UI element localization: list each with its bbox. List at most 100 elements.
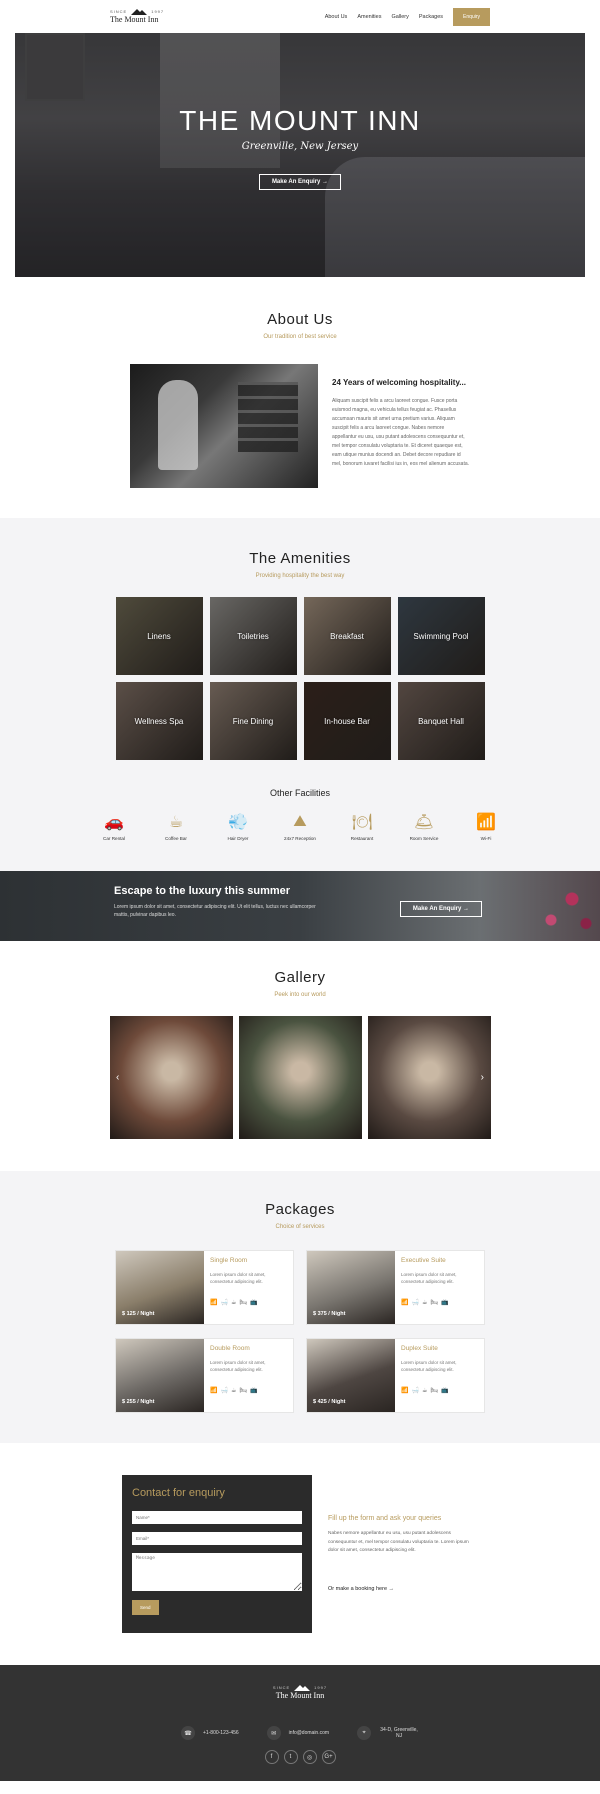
package-desc: Lorem ipsum dolor sit amet, consectetur … xyxy=(401,1272,457,1285)
gallery-section: Gallery Peek into our world ‹ › xyxy=(0,941,600,1171)
amenity-label: In-house Bar xyxy=(324,716,370,726)
bath-icon: 🛁 xyxy=(220,1388,228,1395)
name-field[interactable] xyxy=(132,1511,302,1524)
facebook-icon[interactable]: f xyxy=(264,1750,279,1764)
message-field[interactable] xyxy=(132,1553,302,1591)
footer-email[interactable]: ✉ info@domain.com xyxy=(266,1726,330,1740)
package-name: Executive Suite xyxy=(401,1257,446,1264)
amenity-card[interactable]: Toiletries xyxy=(209,597,297,675)
site-footer: SINCE 1997 The Mount Inn ☎ +1-800-123-45… xyxy=(0,1665,600,1781)
package-card[interactable]: $ 255 / Night Double Room Lorem ipsum do… xyxy=(115,1338,294,1413)
amenity-card[interactable]: In-house Bar xyxy=(303,682,391,760)
footer-phone[interactable]: ☎ +1-800-123-456 xyxy=(180,1726,239,1740)
package-card[interactable]: $ 425 / Night Duplex Suite Lorem ipsum d… xyxy=(306,1338,485,1413)
car-icon: 🚗 xyxy=(104,814,124,831)
footer-logo-year: 1997 xyxy=(314,1685,328,1690)
footer-logo[interactable]: SINCE 1997 The Mount Inn xyxy=(0,1685,600,1700)
hair-dryer-icon: 💨 xyxy=(228,814,248,831)
footer-email-text: info@domain.com xyxy=(288,1730,330,1736)
amenities-section: The Amenities Providing hospitality the … xyxy=(0,518,600,871)
package-price: $ 425 / Night xyxy=(313,1399,346,1405)
about-bar-image xyxy=(130,364,318,488)
package-desc: Lorem ipsum dolor sit amet, consectetur … xyxy=(210,1360,266,1373)
package-card[interactable]: $ 375 / Night Executive Suite Lorem ipsu… xyxy=(306,1250,485,1325)
booking-link[interactable]: Or make a booking here → xyxy=(328,1586,478,1592)
logo[interactable]: SINCE 1997 The Mount Inn xyxy=(110,9,164,24)
amenity-label: Breakfast xyxy=(330,631,364,641)
amenity-label: Wellness Spa xyxy=(134,716,184,726)
hero-enquiry-button[interactable]: Make An Enquiry → xyxy=(258,174,342,190)
spa-room-image[interactable] xyxy=(367,1016,491,1139)
package-card[interactable]: $ 125 / Night Single Room Lorem ipsum do… xyxy=(115,1250,294,1325)
wifi-icon: 📶 xyxy=(401,1300,409,1307)
facility-item: ⛰ 24x7 Reception xyxy=(280,812,320,841)
bed-icon: 🛏 xyxy=(239,1388,247,1395)
package-price: $ 125 / Night xyxy=(122,1311,155,1317)
amenity-label: Swimming Pool xyxy=(413,631,469,641)
phone-icon: ☎ xyxy=(180,1726,195,1740)
nav-gallery[interactable]: Gallery xyxy=(391,14,408,20)
amenity-card[interactable]: Linens xyxy=(115,597,203,675)
gallery-title: Gallery xyxy=(274,969,326,986)
amenity-label: Fine Dining xyxy=(232,716,274,726)
package-image: $ 375 / Night xyxy=(307,1251,395,1324)
google-plus-icon[interactable]: G+ xyxy=(321,1750,336,1764)
bed-icon: 🛏 xyxy=(430,1388,438,1395)
escape-body-line1: Lorem ipsum dolor sit amet, consectetur … xyxy=(114,904,316,910)
tv-icon: 📺 xyxy=(440,1388,449,1395)
room-service-icon: 🛎 xyxy=(413,814,435,831)
package-amenity-icons: 📶 🛁 ☕ 🛏 📺 xyxy=(210,1299,287,1306)
facility-label: Coffee Bar xyxy=(165,836,187,841)
send-button[interactable]: Send xyxy=(132,1600,159,1615)
contact-side-heading: Fill up the form and ask your queries xyxy=(328,1515,442,1522)
bath-icon: 🛁 xyxy=(220,1300,228,1307)
escape-body-line2: mattis, pulvinar dapibus leo. xyxy=(114,912,176,918)
amenity-card[interactable]: Fine Dining xyxy=(209,682,297,760)
facility-item: 🛎 Room Service xyxy=(404,812,444,841)
facility-label: Car Rental xyxy=(103,836,125,841)
nav-packages[interactable]: Packages xyxy=(419,14,443,20)
logo-since: SINCE xyxy=(110,9,128,14)
reception-icon: ⛰ xyxy=(293,813,307,830)
instagram-icon[interactable]: ◎ xyxy=(302,1750,317,1764)
footer-logo-since: SINCE xyxy=(272,1685,291,1690)
twitter-icon[interactable]: t xyxy=(283,1750,298,1764)
bath-icon: 🛁 xyxy=(411,1388,419,1395)
email-field[interactable] xyxy=(132,1532,302,1545)
amenity-card[interactable]: Swimming Pool xyxy=(397,597,485,675)
escape-enquiry-button[interactable]: Make An Enquiry → xyxy=(399,901,482,917)
packages-section: Packages Choice of services $ 125 / Nigh… xyxy=(0,1171,600,1443)
about-heading: 24 Years of welcoming hospitality... xyxy=(332,378,466,387)
facility-label: Restaurant xyxy=(350,836,374,841)
window-view-image[interactable] xyxy=(238,1016,362,1139)
package-amenity-icons: 📶 🛁 ☕ 🛏 📺 xyxy=(401,1387,478,1394)
amenities-subtitle: Providing hospitality the best way xyxy=(255,573,345,579)
facility-label: Room Service xyxy=(409,836,439,841)
about-body: Aliquam suscipit felis a arcu laoreet co… xyxy=(332,398,470,467)
nav-amenities[interactable]: Amenities xyxy=(357,14,381,20)
facility-item: ☕ Coffee Bar xyxy=(156,812,196,841)
amenity-card[interactable]: Wellness Spa xyxy=(115,682,203,760)
contact-title: Contact for enquiry xyxy=(132,1487,225,1499)
chevron-left-icon[interactable]: ‹ xyxy=(116,1072,119,1083)
coffee-icon: ☕ xyxy=(230,1388,237,1395)
footer-address: ⌖ 34-D, Greenville, NJ xyxy=(357,1726,419,1740)
enquiry-button[interactable]: Enquiry xyxy=(453,7,490,26)
package-name: Single Room xyxy=(210,1257,248,1264)
coffee-icon: ☕ xyxy=(230,1300,237,1307)
tv-icon: 📺 xyxy=(440,1300,449,1307)
amenity-card[interactable]: Banquet Hall xyxy=(397,682,485,760)
amenity-card[interactable]: Breakfast xyxy=(303,597,391,675)
facilities-list: 🚗 Car Rental ☕ Coffee Bar 💨 Hair Dryer ⛰ 24x7 R… xyxy=(0,812,600,841)
chevron-right-icon[interactable]: › xyxy=(481,1072,484,1083)
kitchen-image[interactable] xyxy=(109,1016,233,1139)
contact-side-body: Nabes nemore appellantur eu usu, usu put… xyxy=(328,1531,469,1554)
nav-about[interactable]: About Us xyxy=(325,14,348,20)
bed-icon: 🛏 xyxy=(239,1300,247,1307)
bath-icon: 🛁 xyxy=(411,1300,419,1307)
about-section: About Us Our tradition of best service 2… xyxy=(0,277,600,518)
package-image: $ 425 / Night xyxy=(307,1339,395,1412)
amenities-title: The Amenities xyxy=(249,550,351,567)
logo-name: The Mount Inn xyxy=(110,15,159,24)
wifi-icon: 📶 xyxy=(210,1388,218,1395)
